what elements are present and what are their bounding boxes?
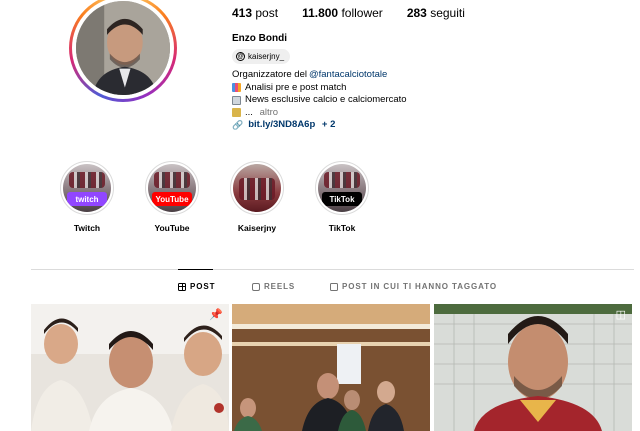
tiktok-logo-icon: TikTok — [322, 192, 362, 206]
followers-count[interactable]: 11.800 follower — [302, 6, 383, 20]
link-icon: 🔗 — [232, 120, 244, 130]
bio-line-analysis: Analisi pre e post match — [232, 82, 407, 95]
tab-tagged[interactable]: POST IN CUI TI HANNO TAGGATO — [330, 282, 497, 291]
twitch-logo-icon: twitch — [67, 192, 107, 206]
active-tab-indicator — [178, 269, 213, 270]
post-photo — [434, 304, 632, 431]
profile-bio: Organizzatore del @fantacalciototale Ana… — [232, 69, 407, 132]
highlight-kaiserjny[interactable]: Kaiserjny — [228, 161, 286, 233]
profile-name: Enzo Bondi — [232, 33, 287, 44]
reels-icon — [252, 282, 260, 291]
more-link[interactable]: altro — [260, 107, 278, 120]
highlight-cover: twitch — [63, 164, 111, 212]
highlight-label: Kaiserjny — [237, 223, 277, 233]
following-count[interactable]: 283 seguiti — [407, 6, 465, 20]
youtube-logo-icon: YouTube — [152, 192, 192, 206]
highlight-tiktok[interactable]: TikTok TikTok — [313, 161, 371, 233]
highlight-youtube[interactable]: YouTube YouTube — [143, 161, 201, 233]
tab-posts[interactable]: POST — [178, 282, 215, 291]
grid-icon — [178, 282, 186, 291]
highlight-twitch[interactable]: twitch Twitch — [58, 161, 116, 233]
tagged-icon — [330, 282, 338, 291]
profile-avatar[interactable] — [76, 1, 170, 95]
bio-external-link[interactable]: bit.ly/3ND8A6p — [248, 119, 315, 132]
bio-link-row: 🔗 bit.ly/3ND8A6p + 2 — [232, 119, 407, 132]
highlight-label: Twitch — [73, 223, 101, 233]
post-photo — [31, 304, 229, 431]
post-photo — [232, 304, 430, 431]
profile-tabs: POST REELS POST IN CUI TI HANNO TAGGATO — [0, 282, 640, 294]
avatar-photo — [76, 1, 170, 95]
threads-icon: @ — [236, 52, 245, 61]
newspaper-emoji-icon — [232, 95, 241, 105]
highlight-cover — [233, 164, 281, 212]
pin-icon: 📌 — [209, 309, 223, 321]
highlight-cover: TikTok — [318, 164, 366, 212]
highlight-label: YouTube — [154, 223, 190, 233]
profile-stats: 413 post 11.800 follower 283 seguiti — [232, 6, 465, 20]
threads-badge[interactable]: @ kaiserjny_ — [232, 49, 291, 64]
bio-line-news: News esclusive calcio e calciomercato — [232, 94, 407, 107]
post-thumbnail-reel[interactable]: ◫ — [434, 304, 632, 431]
post-thumbnail[interactable] — [232, 304, 430, 431]
highlight-cover: YouTube — [148, 164, 196, 212]
profile-avatar-ring[interactable] — [69, 0, 177, 102]
tab-reels[interactable]: REELS — [252, 282, 295, 291]
emoji-icon — [232, 108, 241, 118]
bio-more-links[interactable]: + 2 — [322, 119, 335, 132]
post-thumbnail-pinned[interactable]: 📌 — [31, 304, 229, 431]
posts-count: 413 post — [232, 6, 279, 20]
tabs-divider — [31, 269, 634, 270]
bio-mention-link[interactable]: @fantacalciototale — [309, 69, 387, 82]
bio-line-organizer: Organizzatore del @fantacalciototale — [232, 69, 388, 82]
highlight-label: TikTok — [328, 223, 356, 233]
reel-icon: ◫ — [615, 309, 626, 321]
bar-chart-emoji-icon — [232, 83, 241, 93]
bio-line-more: ... altro — [232, 107, 407, 120]
threads-handle: kaiserjny_ — [248, 52, 285, 61]
